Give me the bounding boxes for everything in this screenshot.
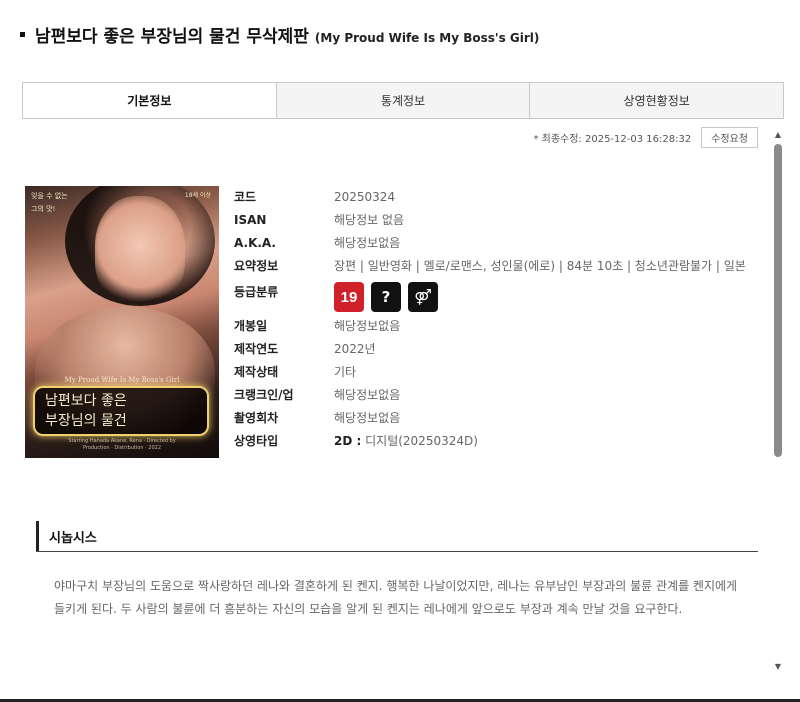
info-row-release: 개봉일 해당정보없음 [234,317,764,335]
info-value-status: 기타 [334,365,357,379]
info-row-aka: A.K.A. 해당정보없음 [234,234,764,252]
info-row-code: 코드 20250324 [234,188,764,206]
info-row-isan: ISAN 해당정보 없음 [234,211,764,229]
poster-credits: Starring Hanada Akane, Rena · Directed b… [25,438,219,452]
info-row-summary: 요약정보 장편 | 일반영화 | 멜로/로맨스, 성인물(에로) | 84분 1… [234,257,764,278]
theme-question-icon[interactable]: ? [371,282,401,312]
info-label: 크랭크인/업 [234,388,294,402]
movie-title-english: (My Proud Wife Is My Boss's Girl) [314,31,540,45]
tab-statistics[interactable]: 통계정보 [275,83,530,118]
poster-tagline-line2: 그의 맛! [31,205,56,213]
info-label: ISAN [234,213,267,227]
poster-face [95,196,185,306]
info-label: A.K.A. [234,236,276,250]
info-row-rating: 등급분류 19 ? ⚤ [234,282,764,312]
info-table: 코드 20250324 ISAN 해당정보 없음 A.K.A. 해당정보없음 요… [234,188,764,455]
poster-title-line1: 남편보다 좋은 [45,393,127,409]
synopsis-header: 시놉시스 [36,521,758,552]
synopsis-accent-bar [36,521,39,551]
tab-screening-status[interactable]: 상영현황정보 [529,83,783,118]
poster-tagline: 잊을 수 없는 그의 맛! [31,190,68,216]
info-row-year: 제작연도 2022년 [234,340,764,358]
scrollbar[interactable]: ▲ ▼ [771,128,785,674]
info-row-screen-type: 상영타입 2D : 디지털(20250324D) [234,432,764,450]
rating-19-icon[interactable]: 19 [334,282,364,312]
scroll-up-arrow-icon[interactable]: ▲ [773,130,783,140]
scroll-thumb[interactable] [774,144,782,457]
last-modified-text: * 최종수정: 2025-12-03 16:28:32 [533,134,692,145]
info-value-crank: 해당정보없음 [334,388,401,402]
info-label: 개봉일 [234,319,268,333]
synopsis-text: 야마구치 부장님의 도움으로 짝사랑하던 레나와 결혼하게 된 켄지. 행복한 … [54,579,738,616]
info-value-isan: 해당정보 없음 [334,213,405,227]
synopsis-title: 시놉시스 [49,530,97,546]
tab-basic-info[interactable]: 기본정보 [23,83,276,118]
info-row-crank: 크랭크인/업 해당정보없음 [234,386,764,404]
info-tabs: 기본정보 통계정보 상영현황정보 [22,82,784,119]
movie-title: 남편보다 좋은 부장님의 물건 무삭제판 [35,27,309,47]
poster-title-line2: 부장님의 물건 [45,413,127,429]
poster-age-tag: 18세 이상 [184,192,211,199]
info-value-code: 20250324 [334,190,396,204]
poster-title-box: 남편보다 좋은 부장님의 물건 [33,386,209,436]
meta-row: * 최종수정: 2025-12-03 16:28:32 수정요청 [533,127,758,148]
screen-type-value: 디지털(20250324D) [361,434,478,448]
scroll-down-arrow-icon[interactable]: ▼ [773,662,783,672]
info-label: 상영타입 [234,434,279,448]
info-label: 제작연도 [234,342,279,356]
rating-icons: 19 ? ⚤ [334,282,764,312]
edit-request-button[interactable]: 수정요청 [701,127,758,148]
poster-credits-line1: Starring Hanada Akane, Rena · Directed b… [68,438,176,444]
screen-type-key: 2D : [334,434,362,448]
info-row-status: 제작상태 기타 [234,363,764,381]
info-value-summary: 장편 | 일반영화 | 멜로/로맨스, 성인물(에로) | 84분 10초 | … [334,259,746,273]
page-title: 남편보다 좋은 부장님의 물건 무삭제판 (My Proud Wife Is M… [20,22,539,48]
info-label: 제작상태 [234,365,279,379]
info-value-shoot-count: 해당정보없음 [334,411,401,425]
info-value-aka: 해당정보없음 [334,236,401,250]
info-value-screen-type: 2D : 디지털(20250324D) [334,432,764,450]
info-label: 등급분류 [234,285,279,299]
info-label: 코드 [234,190,257,204]
poster-credits-line2: Production · Distribution · 2022 [82,445,162,451]
poster-tagline-line1: 잊을 수 없는 [31,192,68,200]
info-value-year: 2022년 [334,342,376,356]
info-row-shoot-count: 촬영회차 해당정보없음 [234,409,764,427]
info-label: 촬영회차 [234,411,279,425]
title-bullet-icon [20,32,25,37]
movie-poster[interactable]: 잊을 수 없는 그의 맛! 18세 이상 My Proud Wife Is My… [25,186,219,458]
poster-english-title: My Proud Wife Is My Boss's Girl [64,376,180,384]
info-value-rating: 19 ? ⚤ [334,282,764,312]
info-value-release: 해당정보없음 [334,319,401,333]
sexuality-icon[interactable]: ⚤ [408,282,438,312]
info-label: 요약정보 [234,259,279,273]
